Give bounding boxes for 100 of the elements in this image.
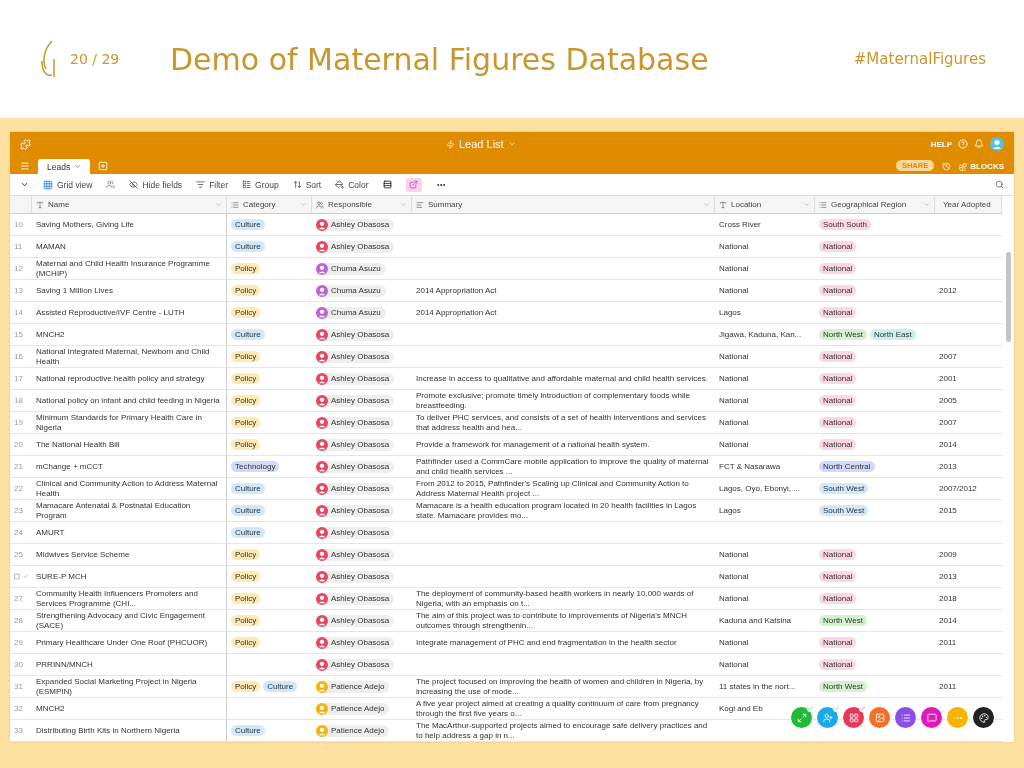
person-chip: Chuma Asuzu [316, 262, 386, 275]
person-chip: Ashley Obasosa [316, 416, 395, 429]
toolbar-button[interactable]: Hide fields [129, 179, 183, 190]
people-icon[interactable] [106, 180, 116, 189]
name-cell-text: National Integrated Maternal, Newborn and Child Health [36, 347, 211, 366]
menu-icon[interactable] [20, 161, 30, 171]
toolbar-button[interactable]: Group [242, 179, 279, 190]
location-cell: Jigawa, Kaduna, Kan... [719, 329, 802, 340]
caret-icon [300, 201, 307, 208]
summary-cell-text: Promote exclusive; promote timely introduction of complementary foods while breastfeeding. [416, 391, 691, 410]
bell-icon[interactable] [974, 139, 984, 149]
location-cell: National [719, 395, 749, 406]
column-header[interactable]: Category [227, 196, 312, 214]
year-cell: 2018 [939, 593, 957, 604]
user-avatar-icon[interactable] [990, 137, 1004, 151]
check-badge-icon [833, 705, 840, 712]
summary-cell-text: The aim of this project was to contribute to improvements of Nigeria's MNCH outcomes through strengthenin... [416, 611, 688, 630]
category-tag: Culture [231, 725, 265, 736]
region-tag: North East [869, 329, 916, 340]
column-header[interactable]: Responsible [312, 196, 412, 214]
year-cell: 2012 [939, 285, 957, 296]
paragraph-icon [416, 200, 424, 209]
external-link-icon [409, 180, 419, 189]
category-tag: Culture [231, 483, 265, 494]
blocks-icon [959, 162, 968, 171]
person-chip: Ashley Obasosa [316, 658, 395, 671]
toolbar-button[interactable]: Color [335, 179, 369, 190]
name-cell-text: Clinical and Community Action to Address Maternal Health [36, 479, 219, 498]
caret-icon[interactable] [20, 180, 29, 189]
person-chip: Ashley Obasosa [316, 350, 395, 363]
share-view-button[interactable] [405, 177, 422, 192]
row-number: 16 [14, 352, 23, 361]
year-cell: 2007 [939, 417, 957, 428]
name-cell-text: Mamacare Antenatal & Postnatal Education Program [36, 501, 192, 520]
search-icon[interactable] [995, 180, 1004, 189]
help-icon[interactable] [958, 139, 968, 149]
filter-icon [196, 180, 206, 189]
column-header[interactable]: Geographical Region [815, 196, 935, 214]
history-icon[interactable] [942, 162, 952, 171]
text-field-icon [36, 200, 44, 209]
column-header[interactable]: Summary [412, 196, 715, 214]
category-tag: Culture [231, 527, 265, 538]
summary-cell: 2014 Appropriation Act [416, 307, 497, 318]
name-cell: Saving Mothers, Giving Life [36, 219, 134, 230]
category-tag: Policy [231, 395, 261, 406]
table-tab[interactable]: Leads [38, 159, 91, 174]
year-cell: 2013 [939, 461, 957, 472]
summary-cell: 2014 Appropriation Act [416, 285, 497, 296]
location-cell: Cross River [719, 219, 761, 230]
name-cell-text: Community Health Influencers Promoters and Services Programme (CHI... [36, 589, 199, 608]
region-tag: National [819, 593, 857, 604]
action-button[interactable] [973, 707, 994, 728]
category-tag: Culture [231, 505, 265, 516]
location-cell: National [719, 285, 749, 296]
category-tag: Policy [231, 439, 261, 450]
caret-icon [215, 201, 222, 208]
column-header[interactable]: Name [32, 196, 227, 214]
column-header[interactable]: Location [715, 196, 815, 214]
region-tag: National [819, 439, 857, 450]
add-table-icon[interactable] [98, 161, 109, 171]
checkbox[interactable] [14, 573, 20, 580]
location-cell: National [719, 593, 749, 604]
row-number: 22 [14, 484, 23, 493]
location-cell: National [719, 659, 749, 670]
page-counter: 20 / 29 [70, 51, 121, 67]
category-tag: Policy [231, 263, 261, 274]
grid-view-button[interactable]: Grid view [43, 179, 93, 190]
row-number: 13 [14, 286, 23, 295]
location-cell: Kaduna and Katsina [719, 615, 792, 626]
group-icon [242, 180, 251, 189]
location-cell: FCT & Nasarawa [719, 461, 781, 472]
check-badge-icon [807, 705, 814, 712]
summary-cell: Provide a framework for management of a national health system. [416, 439, 650, 450]
year-cell: 2014 [939, 439, 957, 450]
person-chip: Ashley Obasosa [316, 240, 395, 253]
text-field-icon [719, 200, 727, 209]
person-chip: Ashley Obasosa [316, 482, 395, 495]
person-chip: Ashley Obasosa [316, 328, 395, 341]
region-tag: National [819, 307, 857, 318]
row-number: 14 [14, 308, 23, 317]
scrollbar[interactable] [1006, 252, 1011, 342]
row-height-icon[interactable] [382, 180, 392, 189]
category-tag: Policy [231, 681, 261, 692]
person-chip: Ashley Obasosa [316, 394, 395, 407]
row-number: 15 [14, 330, 23, 339]
check-icon[interactable] [22, 573, 28, 580]
name-cell-text: Minimum Standards for Primary Health Care in Nigeria [36, 413, 203, 432]
caret-icon [923, 201, 930, 208]
column-header[interactable]: Year Adopted [935, 196, 1002, 214]
location-cell: National [719, 351, 749, 362]
name-cell-text: Strengthening Advocacy and Civic Engagement (SACE) [36, 611, 206, 630]
toolbar-button[interactable]: Sort [292, 179, 322, 190]
row-number: 23 [14, 506, 23, 515]
summary-cell-text: From 2012 to 2015, Pathfinder's Scaling up Clinical and Community Action to Address Maternal Health project ... [416, 479, 690, 498]
list-icon [231, 200, 239, 209]
person-chip: Ashley Obasosa [316, 548, 395, 561]
toolbar-button[interactable]: Filter [196, 179, 228, 190]
row-number: 29 [14, 638, 23, 647]
row-number: 33 [14, 726, 23, 735]
location-cell: Kogi and Eb [719, 703, 763, 714]
